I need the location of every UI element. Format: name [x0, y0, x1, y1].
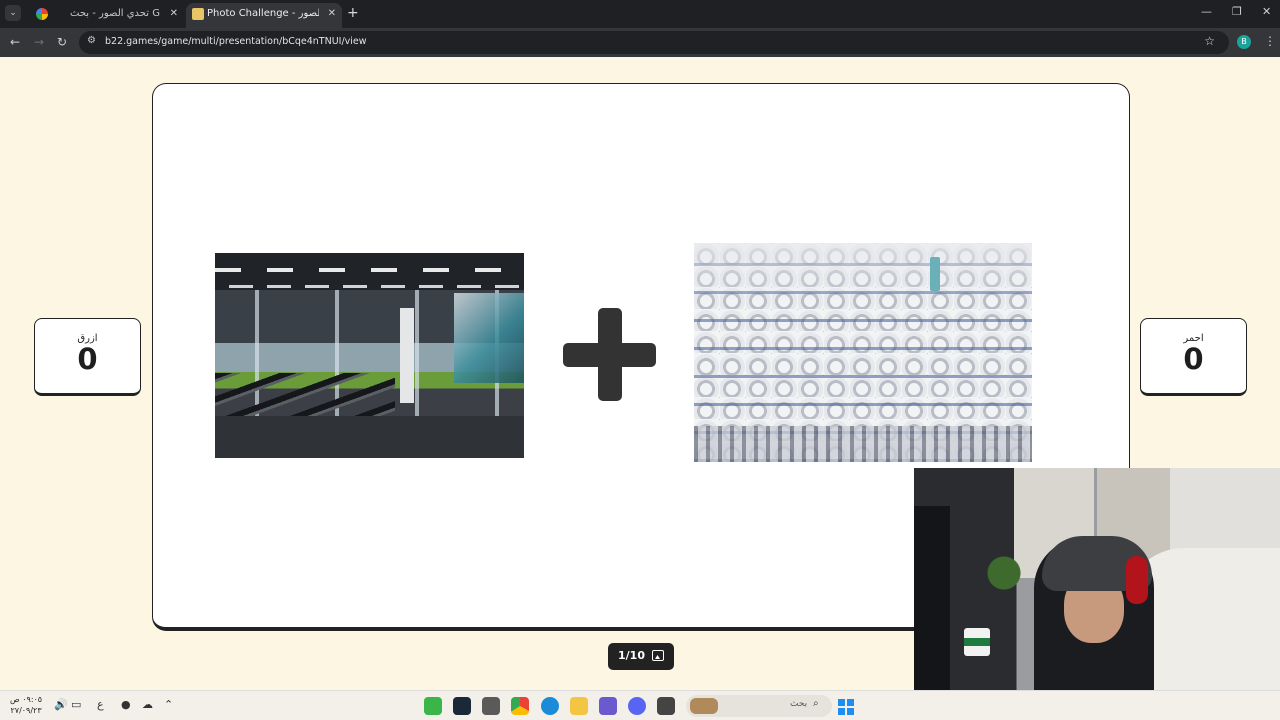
tab-title: تحدي الصور - بحث Google: [70, 8, 160, 19]
water-tower: [930, 257, 940, 291]
taskbar: ٠٩:٠٥ ص ٢٧/٠٩/٢٣ 🔊 ▭ ع ● ☁ ⌃ بحث ⌕: [0, 690, 1280, 720]
wall-mural: [454, 293, 524, 383]
pillar: [400, 308, 414, 403]
restore-icon[interactable]: ❐: [1232, 5, 1242, 18]
app-icon-purple[interactable]: [599, 697, 617, 715]
team-blue-score-card[interactable]: ازرق 0: [34, 318, 141, 396]
close-tab-icon[interactable]: ✕: [328, 3, 336, 25]
volume-icon[interactable]: 🔊: [54, 698, 68, 711]
bookmark-star-icon[interactable]: ☆: [1204, 34, 1215, 48]
system-clock[interactable]: ٠٩:٠٥ ص ٢٧/٠٩/٢٣: [10, 694, 42, 716]
minimize-icon[interactable]: —: [1201, 5, 1212, 18]
google-icon: [36, 8, 48, 20]
cloud-icon[interactable]: ☁: [142, 698, 153, 711]
team-red-score-card[interactable]: احمر 0: [1140, 318, 1247, 396]
microphone-icon[interactable]: ●: [121, 698, 131, 711]
address-bar[interactable]: ⚙ b22.games/game/multi/presentation/bCqe…: [79, 31, 1229, 54]
gym-photo: [215, 253, 524, 458]
back-icon[interactable]: ←: [10, 34, 20, 50]
forward-icon[interactable]: →: [34, 34, 44, 50]
steam-icon[interactable]: [453, 697, 471, 715]
image-icon: [652, 650, 664, 661]
ceiling-lights: [215, 285, 524, 288]
close-window-icon[interactable]: ✕: [1262, 5, 1271, 18]
search-icon: ⌕: [813, 698, 819, 709]
chrome-icon[interactable]: [511, 697, 529, 715]
close-tab-icon[interactable]: ✕: [170, 3, 178, 25]
tab-search-button[interactable]: ⌄: [5, 5, 21, 21]
browser-menu-icon[interactable]: ⋮: [1264, 34, 1276, 48]
site-icon: [192, 8, 204, 20]
input-language[interactable]: ع: [97, 698, 104, 711]
url-text[interactable]: b22.games/game/multi/presentation/bCqe4n…: [105, 36, 367, 47]
network-icon[interactable]: ▭: [71, 698, 81, 711]
new-tab-button[interactable]: +: [347, 5, 359, 21]
tab-photo-challenge[interactable]: Photo Challenge - تحدي الصور ✕: [186, 3, 342, 28]
team-blue-score: 0: [77, 342, 98, 376]
floor: [215, 416, 524, 458]
clock-time: ٠٩:٠٥ ص: [10, 695, 43, 704]
browser-tab-bar: ⌄ تحدي الصور - بحث Google ✕ Photo Challe…: [0, 0, 1280, 28]
site-info-icon[interactable]: ⚙: [87, 35, 96, 46]
tents-photo: [694, 243, 1032, 462]
file-explorer-icon[interactable]: [570, 697, 588, 715]
app-icon-green[interactable]: [424, 697, 442, 715]
taskbar-search[interactable]: بحث ⌕: [686, 695, 832, 717]
start-menu-icon[interactable]: [838, 699, 854, 715]
profile-avatar[interactable]: B: [1237, 35, 1251, 49]
page-indicator[interactable]: 1/10: [608, 643, 674, 670]
plus-icon: [563, 308, 656, 401]
tab-google-search[interactable]: تحدي الصور - بحث Google ✕: [30, 3, 184, 28]
tab-title: Photo Challenge - تحدي الصور: [207, 8, 319, 19]
search-placeholder: بحث: [790, 699, 808, 709]
show-hidden-icons[interactable]: ⌃: [164, 698, 173, 711]
ceiling-lights: [215, 268, 524, 272]
page-counter: 1/10: [618, 649, 645, 662]
store-icon[interactable]: [482, 697, 500, 715]
webcam-overlay: [914, 468, 1280, 690]
reload-icon[interactable]: ↻: [57, 34, 67, 50]
browser-toolbar: ← → ↻ ⚙ b22.games/game/multi/presentatio…: [0, 28, 1280, 57]
app-icon-dark[interactable]: [657, 697, 675, 715]
fence: [694, 426, 1032, 462]
clock-date: ٢٧/٠٩/٢٣: [10, 706, 42, 715]
discord-icon[interactable]: [628, 697, 646, 715]
search-highlight-image: [690, 698, 718, 714]
team-red-score: 0: [1183, 342, 1204, 376]
edge-icon[interactable]: [541, 697, 559, 715]
